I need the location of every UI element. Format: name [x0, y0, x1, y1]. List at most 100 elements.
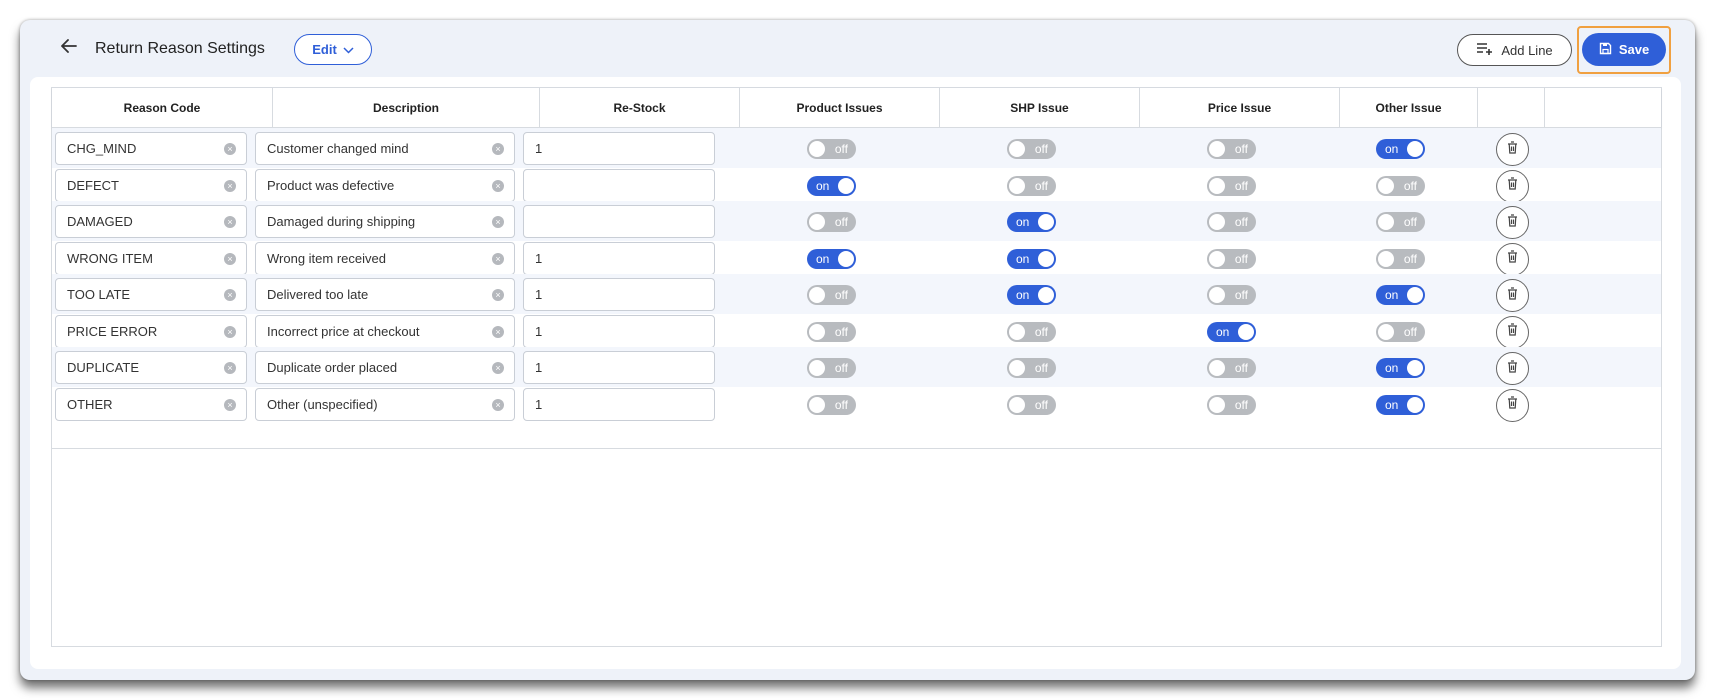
clear-circle-icon[interactable]: × [224, 325, 236, 338]
price-issue-toggle[interactable]: off [1207, 394, 1256, 415]
reason-code-field[interactable]: TOO LATE × [55, 278, 247, 311]
column-header-shp-issue[interactable]: SHP Issue [940, 88, 1140, 128]
delete-row-button[interactable] [1496, 206, 1529, 239]
delete-row-button[interactable] [1496, 352, 1529, 385]
description-value: Incorrect price at checkout [267, 323, 420, 339]
toggle-knob [1407, 141, 1423, 157]
other-issue-toggle[interactable]: off [1376, 248, 1425, 269]
product-issues-toggle[interactable]: off [807, 394, 856, 415]
clear-circle-icon[interactable]: × [492, 179, 504, 192]
description-value: Customer changed mind [267, 141, 409, 156]
toggle-state-label: off [1034, 324, 1048, 339]
reason-code-field[interactable]: OTHER × [55, 387, 247, 421]
reason-code-field[interactable]: CHG_MIND × [55, 132, 247, 165]
restock-field[interactable] [523, 168, 715, 202]
column-header-reason-code[interactable]: Reason Code [52, 88, 273, 128]
clear-circle-icon[interactable]: × [492, 362, 504, 374]
description-field[interactable]: Other (unspecified) × [255, 387, 515, 421]
product-issues-toggle[interactable]: off [807, 321, 856, 342]
shp-issue-toggle[interactable]: on [1007, 248, 1056, 269]
price-issue-toggle[interactable]: off [1207, 248, 1256, 269]
other-issue-toggle[interactable]: off [1376, 175, 1425, 196]
price-issue-toggle[interactable]: off [1207, 175, 1256, 196]
other-issue-toggle[interactable]: on [1376, 285, 1425, 305]
other-issue-toggle[interactable]: on [1376, 394, 1425, 415]
description-field[interactable]: Wrong item received × [255, 241, 515, 275]
product-issues-toggle[interactable]: off [807, 212, 856, 232]
product-issues-toggle[interactable]: off [807, 285, 856, 305]
shp-issue-toggle[interactable]: on [1007, 285, 1056, 305]
clear-circle-icon[interactable]: × [224, 398, 236, 411]
description-field[interactable]: Incorrect price at checkout × [255, 314, 515, 348]
shp-issue-toggle[interactable]: off [1007, 358, 1056, 378]
delete-row-button[interactable] [1496, 242, 1529, 276]
description-field[interactable]: Product was defective × [255, 168, 515, 202]
restock-field[interactable]: 1 [523, 132, 715, 165]
price-issue-toggle[interactable]: off [1207, 285, 1256, 305]
restock-field[interactable]: 1 [523, 278, 715, 311]
other-issue-toggle[interactable]: on [1376, 358, 1425, 378]
table-header: Reason Code Description Re-Stock Product… [52, 88, 1661, 128]
add-line-button[interactable]: Add Line [1457, 34, 1572, 66]
clear-circle-icon[interactable]: × [492, 216, 504, 228]
clear-circle-icon[interactable]: × [224, 252, 236, 265]
clear-circle-icon[interactable]: × [492, 143, 504, 155]
back-button[interactable] [54, 33, 84, 63]
restock-field[interactable]: 1 [523, 314, 715, 348]
product-issues-toggle[interactable]: off [807, 358, 856, 378]
clear-circle-icon[interactable]: × [224, 289, 236, 301]
column-header-other-issue[interactable]: Other Issue [1340, 88, 1478, 128]
reason-code-field[interactable]: DUPLICATE × [55, 351, 247, 384]
column-header-price-issue[interactable]: Price Issue [1140, 88, 1340, 128]
toggle-state-label: off [1403, 215, 1417, 229]
other-issue-toggle[interactable]: off [1376, 212, 1425, 232]
description-field[interactable]: Delivered too late × [255, 278, 515, 311]
description-field[interactable]: Damaged during shipping × [255, 205, 515, 238]
delete-row-button[interactable] [1496, 315, 1529, 349]
toggle-knob [1209, 287, 1225, 303]
reason-code-field[interactable]: DAMAGED × [55, 205, 247, 238]
toggle-state-label: on [1385, 142, 1399, 156]
column-header-product-issues[interactable]: Product Issues [740, 88, 940, 128]
delete-row-button[interactable] [1496, 169, 1529, 203]
shp-issue-toggle[interactable]: off [1007, 321, 1056, 342]
save-button[interactable]: Save [1582, 33, 1666, 66]
restock-field[interactable]: 1 [523, 241, 715, 275]
clear-circle-icon[interactable]: × [492, 398, 504, 411]
price-issue-toggle[interactable]: off [1207, 139, 1256, 159]
description-field[interactable]: Duplicate order placed × [255, 351, 515, 384]
description-field[interactable]: Customer changed mind × [255, 132, 515, 165]
column-header-description[interactable]: Description [273, 88, 540, 128]
restock-field[interactable]: 1 [523, 351, 715, 384]
reason-code-field[interactable]: WRONG ITEM × [55, 241, 247, 275]
product-issues-toggle[interactable]: on [807, 248, 856, 269]
column-header-restock[interactable]: Re-Stock [540, 88, 740, 128]
clear-circle-icon[interactable]: × [492, 252, 504, 265]
shp-issue-toggle[interactable]: on [1007, 212, 1056, 232]
other-issue-toggle[interactable]: on [1376, 139, 1425, 159]
toggle-state-label: off [834, 142, 848, 156]
product-issues-toggle[interactable]: off [807, 139, 856, 159]
clear-circle-icon[interactable]: × [224, 143, 236, 155]
delete-row-button[interactable] [1496, 279, 1529, 312]
clear-circle-icon[interactable]: × [492, 325, 504, 338]
clear-circle-icon[interactable]: × [492, 289, 504, 301]
clear-circle-icon[interactable]: × [224, 362, 236, 374]
delete-row-button[interactable] [1496, 388, 1529, 422]
shp-issue-toggle[interactable]: off [1007, 139, 1056, 159]
price-issue-toggle[interactable]: off [1207, 212, 1256, 232]
restock-field[interactable]: 1 [523, 387, 715, 421]
other-issue-toggle[interactable]: off [1376, 321, 1425, 342]
reason-code-field[interactable]: PRICE ERROR × [55, 314, 247, 348]
shp-issue-toggle[interactable]: off [1007, 175, 1056, 196]
reason-code-field[interactable]: DEFECT × [55, 168, 247, 202]
delete-row-button[interactable] [1496, 133, 1529, 166]
price-issue-toggle[interactable]: off [1207, 358, 1256, 378]
price-issue-toggle[interactable]: on [1207, 321, 1256, 342]
restock-field[interactable] [523, 205, 715, 238]
clear-circle-icon[interactable]: × [224, 216, 236, 228]
shp-issue-toggle[interactable]: off [1007, 394, 1056, 415]
edit-mode-button[interactable]: Edit [294, 34, 372, 65]
clear-circle-icon[interactable]: × [224, 179, 236, 192]
product-issues-toggle[interactable]: on [807, 175, 856, 196]
